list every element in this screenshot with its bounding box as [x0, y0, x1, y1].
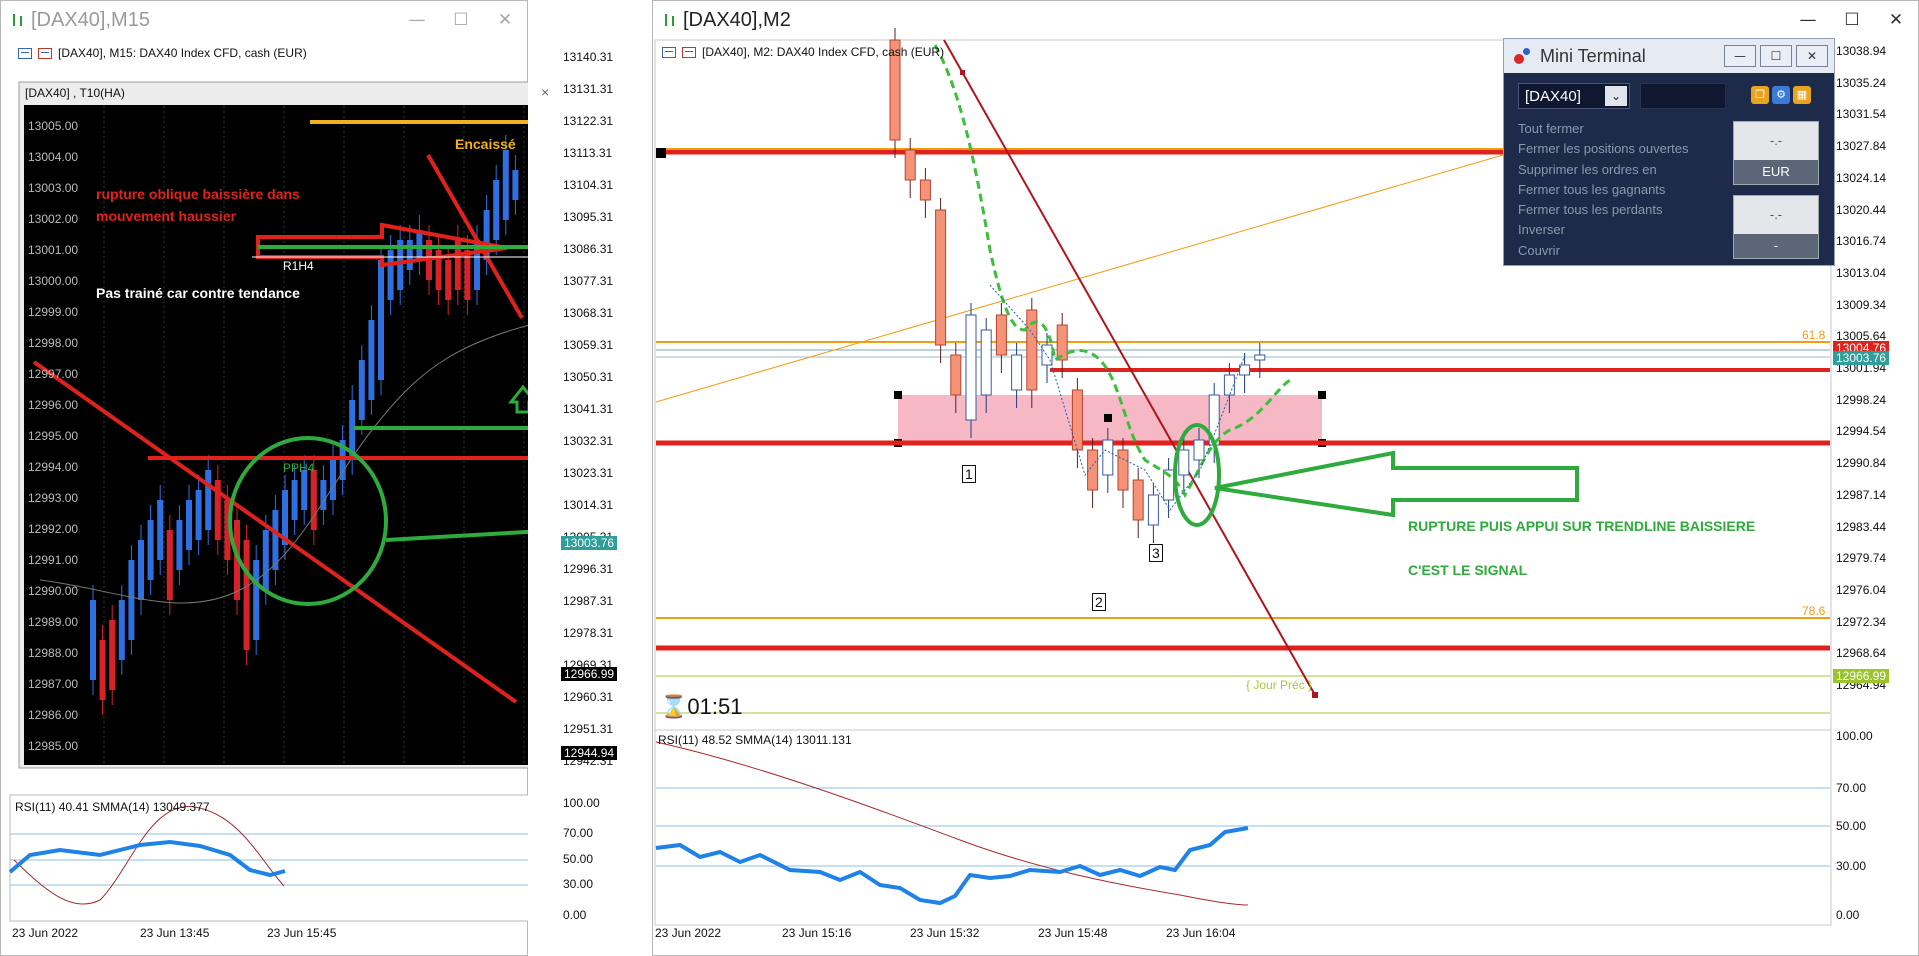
price-axis-tick: 13009.34 [1836, 297, 1887, 312]
price-axis-tick: 12994.54 [1836, 424, 1887, 439]
fib-618-label: 61.8 [1802, 328, 1826, 342]
rsi-axis-tick: 30.00 [1836, 859, 1867, 873]
mini-terminal-menu-item[interactable]: Fermer tous les gagnants [1518, 182, 1728, 202]
mini-terminal-volume-field[interactable] [1640, 83, 1726, 109]
candle-body [919, 179, 931, 201]
candle-body [1132, 479, 1144, 521]
price-axis-tick: 12990.84 [1836, 456, 1887, 471]
hourglass-icon: ⌛ [660, 694, 688, 719]
candle-body [980, 329, 992, 396]
price-axis-tick: 12983.44 [1836, 519, 1887, 534]
annotation-signal-1: RUPTURE PUIS APPUI SUR TRENDLINE BAISSIE… [1408, 518, 1756, 534]
price-axis-tick: 12998.24 [1836, 392, 1887, 407]
rsi-axis-tick: 70.00 [1836, 781, 1867, 795]
annotation-signal-2: C'EST LE SIGNAL [1408, 562, 1528, 578]
rsi-axis-tick: 0.00 [1836, 908, 1860, 922]
candle-timer: ⌛01:51 [660, 694, 742, 720]
mini-terminal-symbol-select[interactable]: [DAX40] ⌄ [1518, 83, 1630, 109]
price-axis-tick: 13013.04 [1836, 265, 1887, 280]
right-chart-header-text: [DAX40], M2: DAX40 Index CFD, cash (EUR) [702, 45, 945, 59]
mini-terminal-title: Mini Terminal [1540, 45, 1646, 66]
time-axis-tick: 23 Jun 15:48 [1038, 926, 1108, 940]
chart-props-icon[interactable] [682, 46, 696, 58]
price-axis-tick: 13020.44 [1836, 202, 1887, 217]
sell-price: -.- [1769, 133, 1783, 148]
grid-icon[interactable]: ▦ [1793, 86, 1811, 104]
candle-body [1087, 449, 1099, 491]
price-axis-tick: 13016.74 [1836, 234, 1887, 249]
rsi-axis-tick: 50.00 [1836, 819, 1867, 833]
candle-body [1041, 344, 1053, 366]
price-axis-tick: 12979.74 [1836, 551, 1887, 566]
mini-terminal-logo-icon [1514, 48, 1530, 64]
wave-label-3: 3 [1149, 544, 1163, 562]
mini-terminal-menu-item[interactable]: Fermer tous les perdants [1518, 202, 1728, 222]
mini-terminal-menu-item[interactable]: Supprimer les ordres en [1518, 162, 1728, 182]
wave-label-1: 1 [962, 465, 976, 483]
price-axis-tick: 12987.14 [1836, 487, 1887, 502]
mini-terminal-menu-item[interactable]: Tout fermer [1518, 121, 1728, 141]
mini-terminal-minimize-button[interactable]: — [1724, 45, 1756, 67]
mini-terminal-buy-box[interactable]: -.- - [1733, 195, 1819, 259]
time-axis-tick: 23 Jun 2022 [655, 926, 722, 940]
mini-terminal-symbol-value: [DAX40] [1525, 88, 1581, 105]
candle-body [950, 354, 962, 396]
candle-body [1193, 439, 1205, 461]
jour-prec-label: { Jour Préc } [1246, 678, 1313, 692]
settings-copy-icon[interactable]: ❐ [1751, 86, 1769, 104]
candle-body [1102, 439, 1114, 476]
price-axis-tick: 12972.34 [1836, 614, 1887, 629]
right-chart-header: [DAX40], M2: DAX40 Index CFD, cash (EUR) [662, 45, 944, 59]
fib-786-label: 78.6 [1802, 604, 1826, 618]
mini-terminal-menu-item[interactable]: Couvrir [1518, 243, 1728, 263]
price-axis-tick: 12968.64 [1836, 646, 1887, 661]
candle-body [935, 209, 947, 346]
time-axis-tick: 23 Jun 15:16 [782, 926, 852, 940]
wave-label-2: 2 [1092, 593, 1106, 611]
price-axis-tick: 13038.94 [1836, 44, 1887, 58]
price-axis-tick: 13031.54 [1836, 107, 1887, 122]
mini-terminal-menu-item[interactable]: Fermer les positions ouvertes [1518, 141, 1728, 161]
right-price-tag-2: 13003.76 [1833, 351, 1890, 365]
candle-body [1011, 354, 1023, 391]
candle-body [1178, 449, 1190, 476]
price-axis-tick: 12976.04 [1836, 582, 1887, 597]
candle-body [1223, 374, 1235, 396]
buy-value: - [1734, 234, 1818, 258]
candle-body [1147, 494, 1159, 526]
right-price-tag-3: 12966.99 [1833, 669, 1890, 683]
chevron-down-icon[interactable]: ⌄ [1605, 86, 1627, 106]
mini-terminal-header[interactable]: Mini Terminal — ☐ ✕ [1504, 39, 1834, 73]
gear-icon[interactable]: ⚙ [1772, 86, 1790, 104]
rsi-axis-tick: 100.00 [1836, 729, 1873, 743]
candle-body [995, 314, 1007, 356]
mini-terminal[interactable]: Mini Terminal — ☐ ✕ [DAX40] ⌄ ❐ ⚙ ▦ Tout… [1503, 38, 1835, 266]
mini-terminal-maximize-button[interactable]: ☐ [1760, 45, 1792, 67]
candle-body [1071, 389, 1083, 451]
candle-body [1117, 449, 1129, 491]
candle-timer-value: 01:51 [687, 694, 743, 719]
price-axis-tick: 13035.24 [1836, 75, 1887, 90]
candle-body [965, 314, 977, 421]
chart-list-icon[interactable] [662, 46, 676, 58]
time-axis-tick: 23 Jun 15:32 [910, 926, 980, 940]
price-axis-tick: 13027.84 [1836, 139, 1887, 154]
candle-body [1254, 354, 1266, 361]
candle-body [904, 149, 916, 181]
mini-terminal-menu: Tout fermer Fermer les positions ouvertes… [1518, 121, 1728, 263]
time-axis-tick: 23 Jun 16:04 [1166, 926, 1236, 940]
right-rsi-label: RSI(11) 48.52 SMMA(14) 13011.131 [658, 733, 852, 747]
mini-terminal-close-button[interactable]: ✕ [1796, 45, 1828, 67]
buy-price: -.- [1769, 207, 1783, 222]
price-axis-tick: 13024.14 [1836, 170, 1887, 185]
sell-currency: EUR [1734, 160, 1818, 184]
mini-terminal-sell-box[interactable]: -.- EUR [1733, 121, 1819, 185]
mini-terminal-menu-item[interactable]: Inverser [1518, 222, 1728, 242]
